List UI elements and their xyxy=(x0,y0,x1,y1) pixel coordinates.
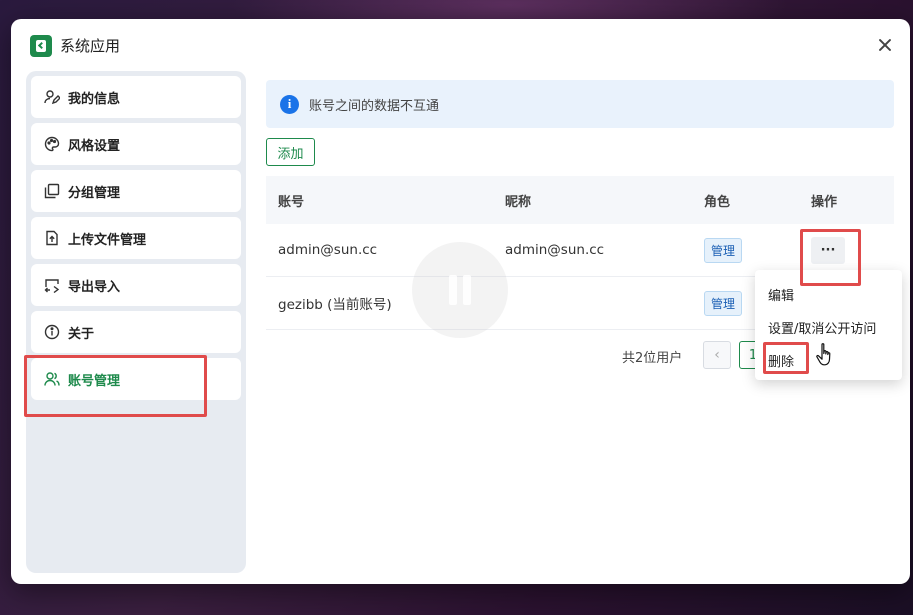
sidebar-item-label: 导出导入 xyxy=(68,279,121,295)
nickname-cell: admin@sun.cc xyxy=(505,242,605,258)
column-header-actions: 操作 xyxy=(811,194,838,210)
file-upload-icon xyxy=(44,230,60,246)
info-banner: i 账号之间的数据不互通 xyxy=(266,80,894,128)
user-edit-icon xyxy=(44,89,60,105)
menu-item-edit[interactable]: 编辑 xyxy=(755,278,902,311)
title-bar: 系统应用 xyxy=(11,19,910,71)
hand-pointer-icon xyxy=(816,343,831,366)
role-tag: 管理 xyxy=(704,290,743,316)
app-logo-icon xyxy=(30,35,52,57)
copy-icon xyxy=(44,183,60,199)
more-actions-button[interactable]: ··· xyxy=(811,236,845,264)
prev-page-button[interactable]: ‹ xyxy=(703,341,731,369)
column-header-nickname: 昵称 xyxy=(505,194,532,210)
sidebar-item-label: 上传文件管理 xyxy=(68,232,147,248)
pagination-total: 共2位用户 xyxy=(622,351,683,366)
sidebar-item-label: 关于 xyxy=(68,326,95,342)
sidebar-item-label: 我的信息 xyxy=(68,91,121,107)
table-header: 账号 昵称 角色 操作 xyxy=(266,176,894,224)
add-button[interactable]: 添加 xyxy=(266,138,315,166)
sidebar-item-account-management[interactable]: 账号管理 xyxy=(31,358,241,400)
pause-icon[interactable] xyxy=(412,242,508,338)
export-import-icon xyxy=(44,277,60,293)
column-header-role: 角色 xyxy=(704,194,731,210)
role-tag: 管理 xyxy=(704,237,743,263)
users-icon xyxy=(44,371,60,387)
info-circle-icon xyxy=(44,324,60,340)
sidebar-item-label: 账号管理 xyxy=(68,373,121,389)
sidebar-item-label: 分组管理 xyxy=(68,185,121,201)
sidebar-item-upload-file-management[interactable]: 上传文件管理 xyxy=(31,217,241,259)
sidebar-item-group-management[interactable]: 分组管理 xyxy=(31,170,241,212)
sidebar-item-my-info[interactable]: 我的信息 xyxy=(31,76,241,118)
sidebar-item-about[interactable]: 关于 xyxy=(31,311,241,353)
info-icon: i xyxy=(280,94,299,114)
menu-item-toggle-public-access[interactable]: 设置/取消公开访问 xyxy=(755,311,902,344)
close-icon[interactable] xyxy=(875,35,895,55)
window-title: 系统应用 xyxy=(60,37,121,55)
sidebar: 我的信息 风格设置 分组管理 上传文件管理 导出导入 关于 账号管理 xyxy=(26,71,246,573)
palette-icon xyxy=(44,136,60,152)
sidebar-item-label: 风格设置 xyxy=(68,138,121,154)
sidebar-item-export-import[interactable]: 导出导入 xyxy=(31,264,241,306)
sidebar-item-style-settings[interactable]: 风格设置 xyxy=(31,123,241,165)
column-header-account: 账号 xyxy=(278,194,305,210)
info-text: 账号之间的数据不互通 xyxy=(309,98,440,114)
main-content: i 账号之间的数据不互通 添加 账号 昵称 角色 操作 admin@sun.cc… xyxy=(266,80,894,369)
